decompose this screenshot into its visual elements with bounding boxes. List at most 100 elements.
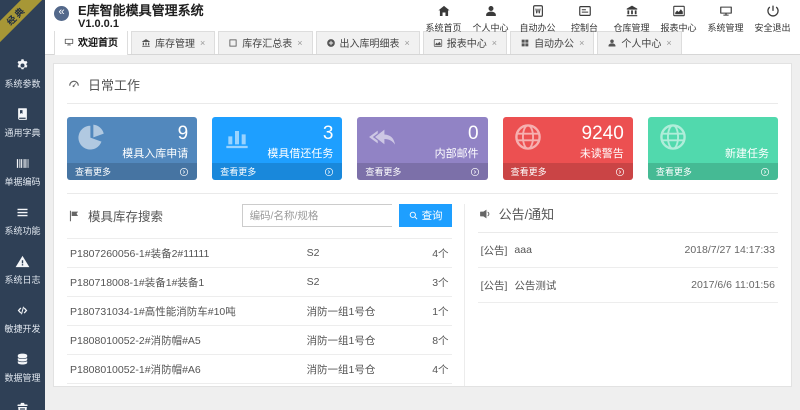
barcode-icon — [15, 156, 30, 171]
tab-label: 库存汇总表 — [242, 39, 293, 50]
notice-time: 2017/6/6 11:01:56 — [691, 279, 775, 291]
item-qty: 4个 — [432, 247, 449, 260]
nav-item-report-center[interactable]: 报表中心 — [655, 4, 702, 34]
arrow-circle-right-icon — [760, 167, 770, 177]
card-count: 9240 — [581, 123, 624, 144]
tab-inout-detail[interactable]: 出入库明细表 × — [315, 31, 420, 54]
table-row: P1808010052-1#消防帽#A6 消防一组1号仓 4个 — [67, 355, 452, 384]
view-more-link[interactable]: 查看更多 — [357, 163, 488, 180]
nav-item-logout[interactable]: 安全退出 — [749, 4, 796, 34]
nav-item-personal-center[interactable]: 个人中心 — [467, 4, 514, 34]
item-name: P1807260056-1#装备2#11111 — [70, 247, 210, 260]
top-nav: 系统首页 个人中心 自动办公 控制台 仓库管理 报表中心 系统管理 安全退出 — [420, 4, 796, 34]
word-doc-icon — [531, 4, 545, 18]
item-name: P180731034-1#高性能消防车#10吨 — [70, 305, 236, 318]
globe-icon — [512, 121, 544, 153]
sidebar-item-agile-dev[interactable]: 敏捷开发 — [0, 295, 45, 344]
sidebar-item-mapping-management[interactable]: 映射管理 — [0, 393, 45, 410]
area-chart-icon — [433, 38, 443, 48]
monitor-icon — [64, 37, 74, 47]
nav-item-label: 安全退出 — [754, 23, 791, 33]
nav-item-console[interactable]: 控制台 — [561, 4, 608, 34]
tab-auto-office[interactable]: 自动办公 × — [510, 31, 595, 54]
view-more-link[interactable]: 查看更多 — [67, 163, 198, 180]
sidebar-item-doc-coding[interactable]: 单据编码 — [0, 148, 45, 197]
section-title: 日常工作 — [88, 78, 141, 93]
notice-tag: [公告] — [480, 244, 508, 257]
notice-tag: [公告] — [480, 279, 508, 292]
flag-icon — [67, 209, 81, 223]
notice-text: 公告测试 — [514, 279, 557, 292]
monitor-icon — [719, 4, 733, 18]
view-more-link[interactable]: 查看更多 — [647, 163, 779, 180]
tab-welcome-home[interactable]: 欢迎首页 — [54, 29, 128, 55]
close-icon[interactable]: × — [297, 38, 302, 48]
bank-icon — [625, 4, 639, 18]
nav-item-warehouse-management[interactable]: 仓库管理 — [608, 4, 655, 34]
tab-report-center[interactable]: 报表中心 × — [422, 31, 508, 54]
tab-personal-center[interactable]: 个人中心 × — [597, 31, 682, 54]
bank-icon — [141, 38, 151, 48]
area-chart-icon — [672, 4, 686, 18]
close-icon[interactable]: × — [200, 38, 205, 48]
tab-label: 库存管理 — [155, 39, 195, 50]
notice-text: aaa — [514, 244, 532, 256]
nav-item-label: 自动办公 — [519, 23, 556, 33]
close-icon[interactable]: × — [492, 38, 497, 48]
list-item[interactable]: [公告] 公告测试 2017/6/6 11:01:56 — [477, 268, 778, 303]
card-label: 内部邮件 — [434, 148, 479, 160]
table-row: P1807260056-1#装备2#11111 S2 4个 — [67, 239, 452, 268]
section-title: 公告/通知 — [498, 207, 555, 222]
sidebar-item-data-management[interactable]: 数据管理 — [0, 344, 45, 393]
card-label: 模具入库申请 — [122, 148, 189, 160]
sidebar-item-system-functions[interactable]: 系统功能 — [0, 197, 45, 246]
database-icon — [15, 352, 30, 367]
tab-inventory-summary[interactable]: 库存汇总表 × — [218, 31, 313, 54]
pie-chart-icon — [76, 121, 108, 153]
sidebar-item-label: 系统参数 — [4, 79, 41, 89]
arrow-circle-right-icon — [470, 167, 480, 177]
item-location: 消防一组1号仓 — [306, 363, 376, 376]
grid-icon — [520, 38, 530, 48]
search-input[interactable] — [241, 204, 392, 227]
card-label: 模具借还任务 — [267, 148, 334, 160]
list-item[interactable]: [公告] aaa 2018/7/27 14:17:33 — [477, 233, 778, 268]
close-icon[interactable]: × — [666, 38, 671, 48]
nav-item-auto-office[interactable]: 自动办公 — [514, 4, 561, 34]
arrow-circle-right-icon — [324, 167, 334, 177]
item-location: S2 — [306, 276, 320, 288]
sidebar-item-system-logs[interactable]: 系统日志 — [0, 246, 45, 295]
sidebar: 经典 系统参数 通用字典 单据编码 系统功能 系统日志 敏捷开发 数据管理 — [0, 0, 45, 410]
stat-cards: 9 模具入库申请 查看更多 3 模具借还任务 查看更多 0 内部邮件 查看更多 … — [67, 117, 779, 180]
close-icon[interactable]: × — [405, 38, 410, 48]
sidebar-item-label: 通用字典 — [4, 128, 41, 138]
search-button[interactable]: 查询 — [398, 204, 452, 227]
card-internal-mail: 0 内部邮件 查看更多 — [357, 117, 488, 180]
bar-chart-icon — [221, 121, 253, 153]
card-count: 0 — [468, 123, 479, 144]
search-icon — [408, 210, 419, 221]
nav-item-label: 仓库管理 — [613, 23, 650, 33]
sidebar-menu: 系统参数 通用字典 单据编码 系统功能 系统日志 敏捷开发 数据管理 映射管理 — [0, 50, 45, 410]
nav-item-label: 系统首页 — [425, 23, 462, 33]
item-qty: 4个 — [432, 363, 449, 376]
sidebar-item-label: 系统功能 — [4, 226, 41, 236]
user-icon — [484, 4, 498, 18]
card-label: 未读警告 — [579, 148, 624, 160]
close-icon[interactable]: × — [579, 38, 584, 48]
notice-panel: 公告/通知 [公告] aaa 2018/7/27 14:17:33 [公告] 公… — [463, 204, 778, 386]
sidebar-collapse-button[interactable]: « — [54, 6, 69, 21]
theme-ribbon: 经典 — [0, 0, 44, 44]
sidebar-item-label: 敏捷开发 — [4, 324, 41, 334]
sidebar-item-system-params[interactable]: 系统参数 — [0, 50, 45, 99]
sidebar-item-label: 数据管理 — [4, 373, 41, 383]
arrow-circle-right-icon — [179, 167, 189, 177]
view-more-link[interactable]: 查看更多 — [502, 163, 633, 180]
tab-inventory-management[interactable]: 库存管理 × — [131, 31, 216, 54]
basket-icon — [15, 401, 30, 410]
sidebar-item-common-dictionary[interactable]: 通用字典 — [0, 99, 45, 148]
view-more-link[interactable]: 查看更多 — [212, 163, 343, 180]
nav-item-system-home[interactable]: 系统首页 — [420, 4, 467, 34]
tab-label: 自动办公 — [534, 39, 575, 50]
nav-item-system-management[interactable]: 系统管理 — [702, 4, 749, 34]
